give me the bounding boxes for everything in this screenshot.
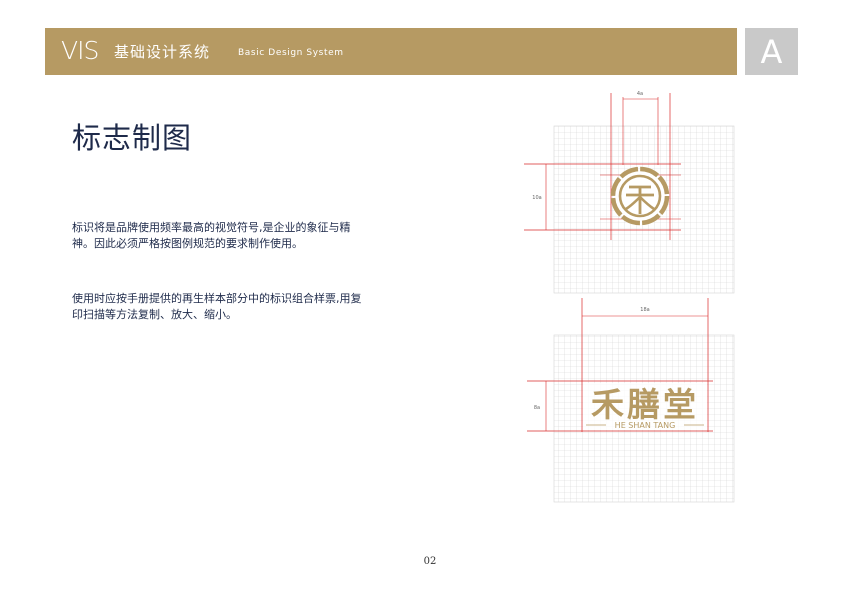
emblem-top-dimension-label: 4a	[637, 91, 643, 97]
logo-grid-figures: 4a 10a 18a 8a 禾膳堂 HE SHAN TANG	[524, 91, 735, 503]
wordmark-side-dimension-label: 8a	[534, 405, 540, 411]
brand-wordmark-cn: 禾膳堂	[591, 385, 699, 424]
wordmark-top-dimension-label: 18a	[640, 307, 649, 313]
brand-wordmark-en: HE SHAN TANG	[615, 421, 676, 430]
wordmark-grid-figure: 18a 8a 禾膳堂 HE SHAN TANG	[527, 298, 735, 503]
emblem-side-dimension-label: 10a	[532, 195, 541, 201]
brand-emblem	[610, 166, 670, 226]
emblem-grid-figure: 4a 10a	[524, 91, 735, 294]
page-number: 02	[423, 556, 437, 567]
